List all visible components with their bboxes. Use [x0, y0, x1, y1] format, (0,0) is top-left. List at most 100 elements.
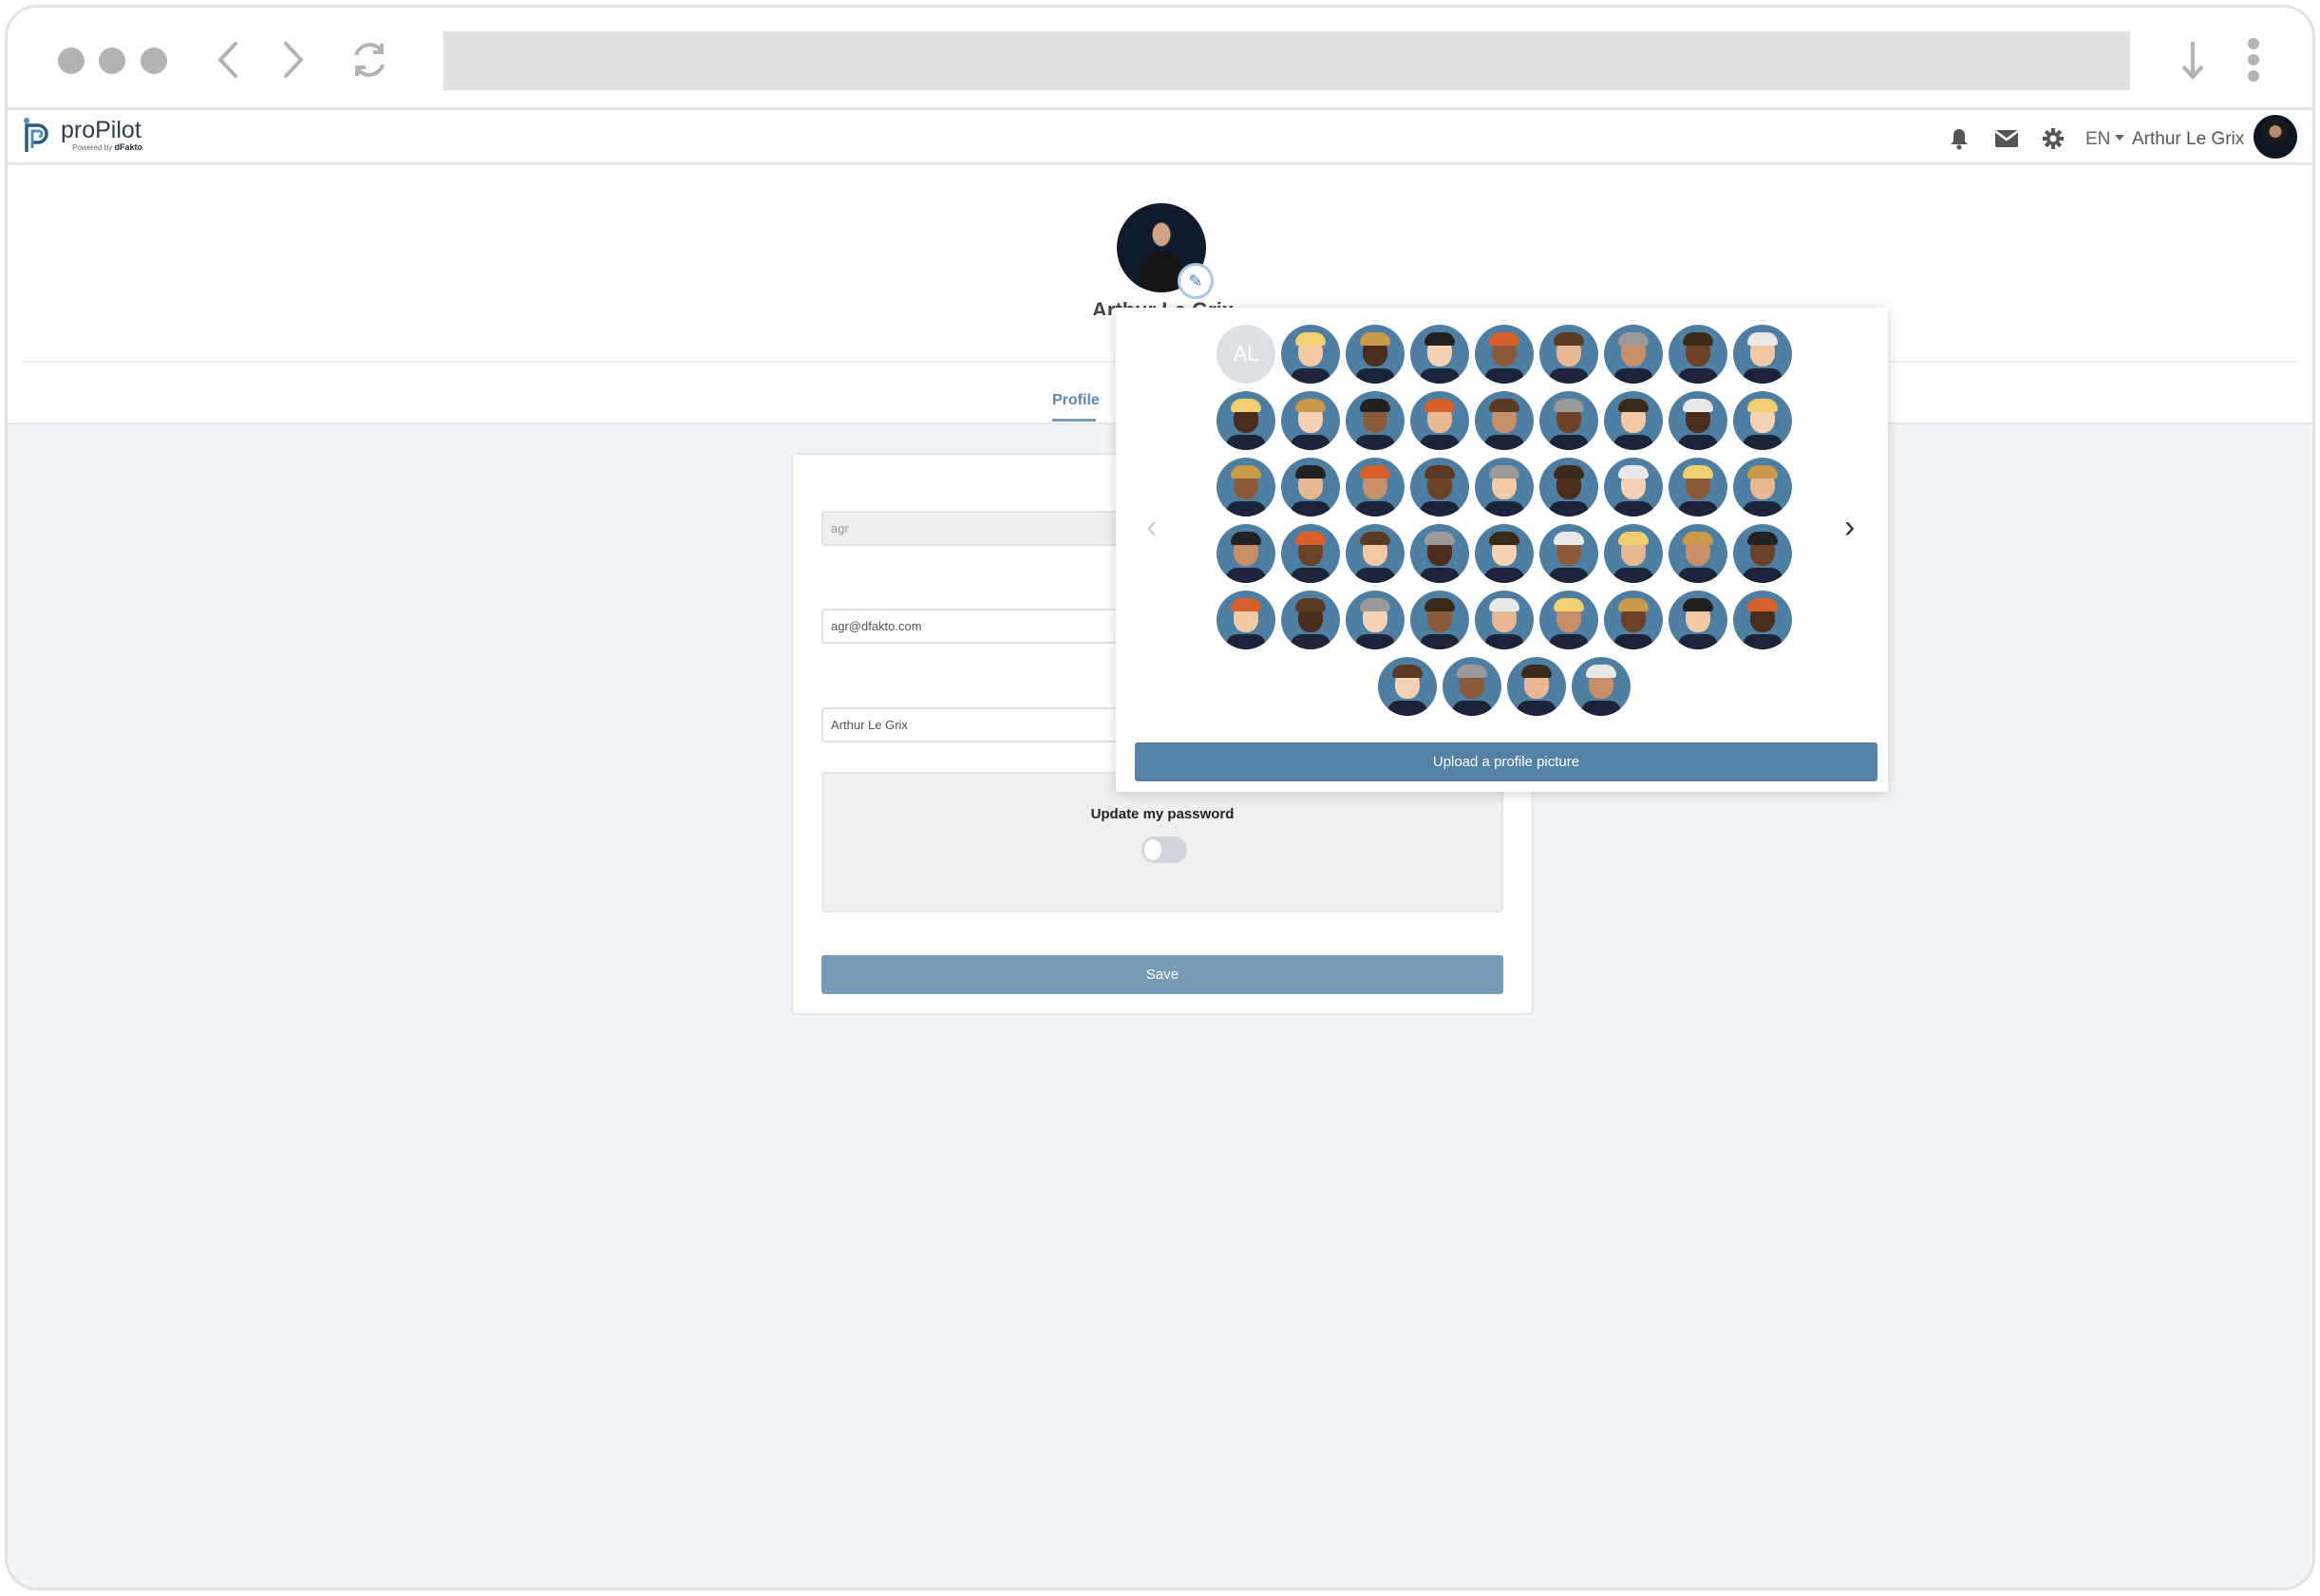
avatar-option[interactable]	[1346, 524, 1405, 583]
avatar-option[interactable]	[1217, 524, 1275, 583]
avatar-option[interactable]	[1733, 458, 1792, 516]
avatar-hair	[1295, 332, 1326, 346]
avatar-hair	[1554, 532, 1584, 545]
avatar-option[interactable]	[1346, 391, 1405, 450]
avatar-option[interactable]	[1669, 458, 1727, 516]
avatar-option[interactable]	[1604, 391, 1663, 450]
avatar-option[interactable]	[1410, 325, 1469, 384]
avatar-hair	[1747, 399, 1778, 412]
update-password-toggle[interactable]	[1141, 836, 1187, 863]
avatar-option[interactable]	[1281, 524, 1340, 583]
avatar-hair	[1618, 399, 1649, 412]
forward-icon[interactable]	[269, 36, 316, 84]
tab-active-indicator	[1052, 419, 1096, 422]
avatar-hair	[1457, 665, 1487, 678]
window-dot-maximize[interactable]	[141, 47, 167, 74]
avatar-option[interactable]	[1604, 458, 1663, 516]
avatar-option[interactable]	[1733, 524, 1792, 583]
avatar-option[interactable]	[1475, 458, 1534, 516]
header-user-avatar[interactable]	[2254, 115, 2297, 159]
avatar-option[interactable]	[1475, 325, 1534, 384]
avatar-option[interactable]	[1669, 391, 1727, 450]
back-icon[interactable]	[205, 36, 253, 84]
pencil-icon: ✎	[1188, 271, 1203, 291]
language-selector[interactable]: EN	[2085, 129, 2124, 150]
avatar-body	[1549, 634, 1589, 649]
avatar-option[interactable]	[1669, 524, 1727, 583]
window-dot-close[interactable]	[58, 47, 85, 74]
avatar-hair	[1231, 532, 1261, 545]
avatar-option[interactable]	[1281, 458, 1340, 516]
avatar-option[interactable]	[1217, 458, 1275, 516]
avatar-hair	[1747, 532, 1778, 545]
avatar-option[interactable]	[1507, 657, 1566, 716]
avatar-option[interactable]	[1346, 325, 1405, 384]
window-dot-minimize[interactable]	[99, 47, 125, 74]
avatar-option[interactable]	[1539, 325, 1598, 384]
bell-icon[interactable]	[1948, 127, 1971, 150]
avatar-body	[1226, 568, 1266, 583]
gear-icon[interactable]	[2042, 127, 2065, 150]
avatar-body	[1291, 568, 1330, 583]
upload-profile-picture-button[interactable]: Upload a profile picture	[1135, 742, 1877, 781]
avatar-option[interactable]	[1669, 591, 1727, 649]
propilot-logo[interactable]: proPilot Powered by dFakto	[23, 116, 142, 154]
avatar-option[interactable]	[1378, 657, 1437, 716]
avatar-option[interactable]	[1475, 524, 1534, 583]
avatar-option[interactable]	[1217, 391, 1275, 450]
avatar-option[interactable]	[1733, 591, 1792, 649]
avatar-option[interactable]	[1346, 591, 1405, 649]
avatar-option[interactable]	[1410, 591, 1469, 649]
avatar-hair	[1554, 465, 1584, 479]
avatar-option[interactable]	[1217, 591, 1275, 649]
avatar-hair	[1618, 598, 1649, 611]
avatar-hair	[1489, 399, 1519, 412]
avatar-option[interactable]	[1539, 591, 1598, 649]
avatar-option[interactable]	[1410, 458, 1469, 516]
avatar-option[interactable]	[1604, 591, 1663, 649]
avatar-option[interactable]	[1281, 325, 1340, 384]
avatar-body	[1743, 568, 1782, 583]
avatar-option[interactable]	[1604, 325, 1663, 384]
tab-profile[interactable]: Profile	[1052, 392, 1100, 409]
avatar-option[interactable]	[1443, 657, 1501, 716]
avatar-option[interactable]	[1281, 591, 1340, 649]
avatar-option[interactable]	[1733, 391, 1792, 450]
avatar-hair	[1554, 332, 1584, 346]
avatar-prev-button[interactable]: ‹	[1146, 509, 1157, 546]
kebab-menu-icon[interactable]	[2230, 36, 2277, 84]
save-button[interactable]: Save	[821, 955, 1503, 994]
avatar-body	[1484, 501, 1524, 516]
download-icon[interactable]	[2169, 36, 2216, 84]
app-header: proPilot Powered by dFakto EN Arthur Le …	[8, 110, 2312, 165]
avatar-body	[1613, 568, 1653, 583]
mail-icon[interactable]	[1993, 127, 2020, 150]
avatar-option[interactable]	[1475, 591, 1534, 649]
avatar-option[interactable]	[1281, 391, 1340, 450]
avatar-hair	[1683, 332, 1713, 346]
avatar-body	[1420, 368, 1460, 384]
avatar-body	[1743, 634, 1782, 649]
avatar-option[interactable]	[1475, 391, 1534, 450]
avatar-option-initials[interactable]: AL	[1217, 325, 1275, 384]
edit-avatar-button[interactable]: ✎	[1178, 263, 1214, 299]
avatar-option[interactable]	[1346, 458, 1405, 516]
avatar-option[interactable]	[1669, 325, 1727, 384]
header-user-name[interactable]: Arthur Le Grix	[2132, 129, 2244, 150]
address-bar[interactable]	[443, 31, 2130, 90]
avatar-body	[1291, 634, 1330, 649]
avatar-option[interactable]	[1733, 325, 1792, 384]
avatar-option[interactable]	[1572, 657, 1631, 716]
avatar-option[interactable]	[1410, 524, 1469, 583]
avatar-option[interactable]	[1539, 391, 1598, 450]
reload-icon[interactable]	[346, 36, 393, 84]
avatar-body	[1743, 435, 1782, 450]
avatar-option[interactable]	[1410, 391, 1469, 450]
avatar-hair	[1618, 532, 1649, 545]
avatar-body	[1226, 501, 1266, 516]
avatar-next-button[interactable]: ›	[1844, 509, 1855, 546]
avatar-option[interactable]	[1539, 524, 1598, 583]
avatar-option[interactable]	[1539, 458, 1598, 516]
avatar-option[interactable]	[1604, 524, 1663, 583]
avatar-hair	[1424, 465, 1455, 479]
